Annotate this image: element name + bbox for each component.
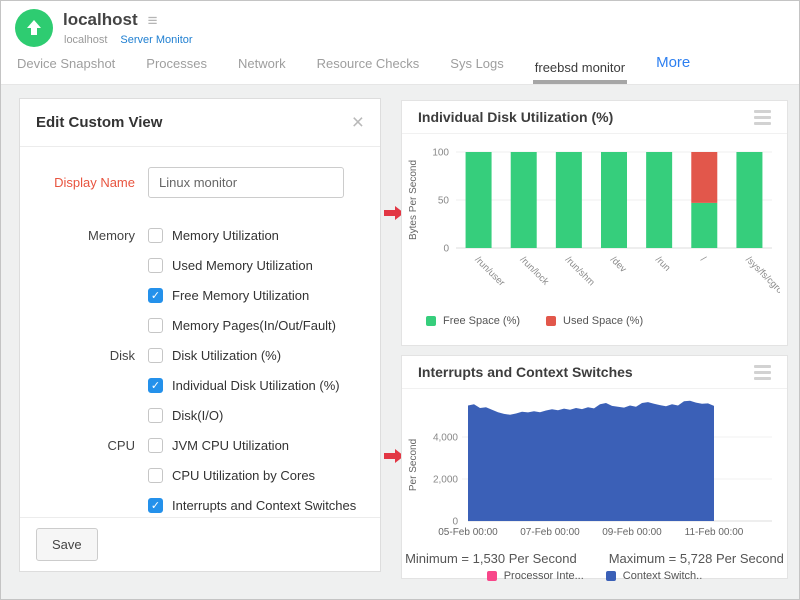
checkbox-cpu-utilization-by-cores[interactable]	[148, 468, 163, 483]
metric-label: JVM CPU Utilization	[172, 438, 289, 453]
maximum-stat: Maximum = 5,728 Per Second	[609, 551, 784, 566]
page-title: localhost	[63, 10, 138, 30]
metric-label: Free Memory Utilization	[172, 288, 309, 303]
breadcrumb-host: localhost	[64, 34, 107, 46]
svg-text:2,000: 2,000	[433, 475, 458, 486]
disk-utilization-chart: Bytes Per Second 0 50 100/run/user/run/lock…	[402, 134, 787, 315]
svg-text:0: 0	[443, 244, 449, 255]
metric-label: Disk(I/O)	[172, 408, 223, 423]
svg-text:50: 50	[438, 196, 450, 207]
tab-more[interactable]: More	[654, 54, 692, 84]
legend-free-space[interactable]: Free Space (%)	[426, 315, 520, 327]
legend-used-space[interactable]: Used Space (%)	[546, 315, 643, 327]
chart-menu-icon[interactable]	[754, 365, 771, 380]
svg-text:0: 0	[452, 517, 458, 528]
svg-text:/dev: /dev	[608, 254, 629, 275]
metric-row-disk-i-o: Disk(I/O)	[36, 400, 364, 430]
disk-chart-legend: Free Space (%) Used Space (%)	[402, 315, 787, 327]
checkbox-free-memory-utilization[interactable]: ✓	[148, 288, 163, 303]
checkbox-memory-pages-in-out-fault[interactable]	[148, 318, 163, 333]
metric-row-disk-utilization: Disk Disk Utilization (%)	[36, 340, 364, 370]
breadcrumb-server-monitor-link[interactable]: Server Monitor	[120, 34, 192, 46]
monitor-header: localhost ≡ localhost Server Monitor	[1, 1, 799, 51]
checkbox-used-memory-utilization[interactable]	[148, 258, 163, 273]
metric-label: Used Memory Utilization	[172, 258, 313, 273]
app-window: localhost ≡ localhost Server Monitor Dev…	[0, 0, 800, 600]
svg-text:/run/user: /run/user	[472, 254, 506, 288]
display-name-input[interactable]	[148, 167, 344, 198]
svg-text:100: 100	[432, 148, 449, 159]
group-label: Memory	[36, 228, 148, 243]
tab-sys-logs[interactable]: Sys Logs	[448, 56, 505, 84]
interrupts-chart: Per Second 0 2,000 4,000 05-Feb 00:00 07-Feb …	[402, 389, 787, 548]
metric-row-used-memory-utilization: Used Memory Utilization	[36, 250, 364, 280]
interrupts-card: Interrupts and Context Switches Per Seco…	[401, 355, 788, 579]
checkbox-disk-i-o[interactable]	[148, 408, 163, 423]
metric-label: Individual Disk Utilization (%)	[172, 378, 340, 393]
disk-chart-title: Individual Disk Utilization (%)	[418, 109, 613, 125]
tab-resource-checks[interactable]: Resource Checks	[315, 56, 422, 84]
svg-text:/run/lock: /run/lock	[518, 254, 551, 287]
group-label: CPU	[36, 438, 148, 453]
interrupts-chart-title: Interrupts and Context Switches	[418, 364, 633, 380]
tab-freebsd-monitor[interactable]: freebsd monitor	[533, 60, 627, 84]
svg-text:Bytes Per Second: Bytes Per Second	[408, 160, 419, 240]
metric-row-memory-pages-in-out-fault: Memory Pages(In/Out/Fault)	[36, 310, 364, 340]
metric-label: Disk Utilization (%)	[172, 348, 281, 363]
checkbox-memory-utilization[interactable]	[148, 228, 163, 243]
save-button[interactable]: Save	[36, 528, 98, 561]
metric-row-individual-disk-utilization: ✓ Individual Disk Utilization (%)	[36, 370, 364, 400]
main-content: Edit Custom View × Display Name MemoryMe…	[1, 85, 799, 600]
group-label: Disk	[36, 348, 148, 363]
svg-text:/run: /run	[653, 254, 672, 273]
metric-label: CPU Utilization by Cores	[172, 468, 315, 483]
metric-row-cpu-utilization-by-cores: CPU Utilization by Cores	[36, 460, 364, 490]
tab-device-snapshot[interactable]: Device Snapshot	[15, 56, 117, 84]
metric-label: Interrupts and Context Switches	[172, 498, 356, 513]
svg-text:/: /	[698, 254, 708, 264]
svg-text:/sys/fs/cgroup: /sys/fs/cgroup	[743, 254, 780, 303]
tab-network[interactable]: Network	[236, 56, 288, 84]
metric-row-interrupts-and-context-switches: ✓ Interrupts and Context Switches	[36, 490, 364, 520]
title-hamburger-icon[interactable]: ≡	[148, 12, 158, 29]
close-icon[interactable]: ×	[352, 112, 364, 133]
monitor-status-avatar	[15, 9, 53, 47]
metric-row-memory-utilization: Memory Memory Utilization	[36, 220, 364, 250]
minimum-stat: Minimum = 1,530 Per Second	[405, 551, 577, 566]
legend-processor-inte[interactable]: Processor Inte...	[487, 570, 584, 582]
edit-custom-view-dialog: Edit Custom View × Display Name MemoryMe…	[19, 98, 381, 572]
tab-processes[interactable]: Processes	[144, 56, 209, 84]
checkbox-disk-utilization[interactable]	[148, 348, 163, 363]
svg-text:/run/shm: /run/shm	[563, 254, 597, 288]
metric-row-jvm-cpu-utilization: CPU JVM CPU Utilization	[36, 430, 364, 460]
metric-label: Memory Pages(In/Out/Fault)	[172, 318, 336, 333]
svg-text:09-Feb 00:00: 09-Feb 00:00	[602, 527, 662, 538]
checkbox-list: Memory Memory Utilization Used Memory Util…	[36, 220, 364, 520]
metric-label: Memory Utilization	[172, 228, 279, 243]
breadcrumb: localhost Server Monitor	[64, 34, 193, 46]
interrupts-chart-legend: Processor Inte... Context Switch..	[402, 570, 787, 582]
display-name-label: Display Name	[36, 175, 148, 190]
checkbox-individual-disk-utilization[interactable]: ✓	[148, 378, 163, 393]
checkbox-interrupts-and-context-switches[interactable]: ✓	[148, 498, 163, 513]
tab-bar: Device Snapshot Processes Network Resource …	[1, 51, 799, 85]
svg-text:4,000: 4,000	[433, 433, 458, 444]
svg-text:Per Second: Per Second	[408, 439, 419, 491]
up-arrow-icon	[24, 18, 44, 38]
disk-utilization-card: Individual Disk Utilization (%) Bytes Pe…	[401, 100, 788, 346]
legend-context-switch[interactable]: Context Switch..	[606, 570, 702, 582]
dialog-title: Edit Custom View	[36, 114, 162, 131]
chart-menu-icon[interactable]	[754, 110, 771, 125]
svg-text:11-Feb 00:00: 11-Feb 00:00	[685, 527, 744, 538]
checkbox-jvm-cpu-utilization[interactable]	[148, 438, 163, 453]
svg-text:05-Feb 00:00: 05-Feb 00:00	[438, 527, 498, 538]
metric-row-free-memory-utilization: ✓ Free Memory Utilization	[36, 280, 364, 310]
svg-text:07-Feb 00:00: 07-Feb 00:00	[520, 527, 580, 538]
